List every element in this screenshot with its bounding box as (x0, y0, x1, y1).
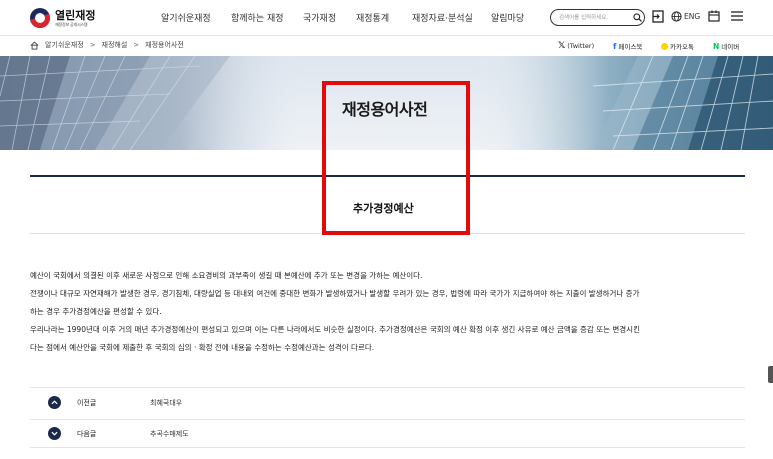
search-input[interactable] (559, 11, 629, 24)
share-naver-label: 네이버 (721, 43, 740, 51)
language-toggle[interactable]: ENG (684, 12, 700, 21)
pager-prev-row[interactable]: 이전글 최혜국대우 (30, 389, 745, 417)
pager-next-row[interactable]: 다음글 추곡수매제도 (30, 419, 745, 447)
share-twitter-button[interactable]: 𝕏 (Twitter) (558, 41, 594, 51)
facebook-icon: f (613, 41, 617, 51)
kakao-icon (661, 42, 668, 50)
description-line: 전쟁이나 대규모 자연재해가 발생한 경우, 경기침체, 대량실업 등 대내외 … (30, 289, 640, 298)
description-line: 하는 경우 추가경정예산을 편성할 수 있다. (30, 307, 162, 316)
nav-item-finance-data[interactable]: 재정자료·분석실 (412, 11, 473, 24)
search-box (550, 9, 645, 26)
hamburger-menu-icon[interactable] (731, 11, 743, 21)
globe-icon[interactable] (671, 11, 682, 22)
term-description: 예산이 국회에서 의결된 이후 새로운 사정으로 인해 소요경비의 과부족이 생… (30, 267, 745, 357)
chevron-right-icon: > (89, 41, 96, 49)
breadcrumb: 알기쉬운재정 > 재정해설 > 재정용어사전 (30, 40, 184, 50)
chevron-up-icon (48, 396, 61, 409)
logo-text: 열린재정 재정정보 공개시스템 (55, 10, 95, 27)
description-line: 예산이 국회에서 의결된 이후 새로운 사정으로 인해 소요경비의 과부족이 생… (30, 271, 423, 280)
nav-item-finance-statistics[interactable]: 재정통계 (356, 11, 389, 24)
logo-subtitle: 재정정보 공개시스템 (55, 21, 88, 27)
naver-icon: N (713, 41, 720, 51)
site-logo[interactable]: 열린재정 재정정보 공개시스템 (30, 6, 95, 30)
calendar-icon[interactable] (708, 10, 720, 22)
logo-title: 열린재정 (55, 8, 96, 22)
share-naver-button[interactable]: N 네이버 (713, 41, 740, 52)
site-header: 열린재정 재정정보 공개시스템 알기쉬운재정 함께하는 재정 국가재정 재정통계… (0, 0, 773, 36)
share-facebook-button[interactable]: f 페이스북 (613, 41, 643, 52)
pager-next-label: 다음글 (77, 430, 97, 438)
home-icon[interactable] (30, 40, 39, 50)
share-kakao-button[interactable]: 카카오톡 (661, 41, 694, 51)
buildings-right-image (473, 56, 773, 150)
nav-item-notice[interactable]: 알림마당 (491, 11, 524, 24)
description-line: 우리나라는 1990년대 이후 거의 매년 추가경정예산이 편성되고 있으며 이… (30, 325, 640, 334)
share-twitter-label: (Twitter) (567, 42, 595, 50)
breadcrumb-item-finance-guide[interactable]: 재정해설 (102, 40, 128, 50)
highlight-annotation-box (322, 81, 470, 235)
pager-prev-label: 이전글 (77, 399, 97, 407)
breadcrumb-item-glossary[interactable]: 재정용어사전 (145, 40, 184, 50)
x-twitter-icon: 𝕏 (558, 41, 566, 51)
pager-next-link[interactable]: 추곡수매제도 (150, 429, 189, 439)
pager-prev-link[interactable]: 최혜국대우 (150, 398, 182, 408)
chevron-right-icon: > (133, 41, 140, 49)
nav-item-national-finance[interactable]: 국가재정 (303, 11, 336, 24)
pager-bottom-divider (30, 447, 745, 448)
breadcrumb-bar: 알기쉬운재정 > 재정해설 > 재정용어사전 𝕏 (Twitter) f 페이스… (0, 36, 773, 56)
buildings-left-image (0, 56, 300, 150)
login-icon[interactable] (652, 10, 664, 23)
pager-top-divider (30, 387, 745, 388)
breadcrumb-item-easy-finance[interactable]: 알기쉬운재정 (45, 40, 84, 50)
nav-item-together-finance[interactable]: 함께하는 재정 (231, 11, 284, 24)
logo-emblem-icon (30, 8, 50, 28)
share-kakao-label: 카카오톡 (670, 43, 694, 51)
description-line: 다는 점에서 예산안을 국회에 제출한 후 국회의 심의 · 확정 전에 내용을… (30, 343, 375, 352)
chevron-down-icon (48, 427, 61, 440)
search-icon[interactable] (633, 13, 642, 22)
scroll-handle[interactable] (768, 366, 773, 383)
nav-item-easy-finance[interactable]: 알기쉬운재정 (161, 11, 211, 24)
share-facebook-label: 페이스북 (618, 43, 643, 51)
